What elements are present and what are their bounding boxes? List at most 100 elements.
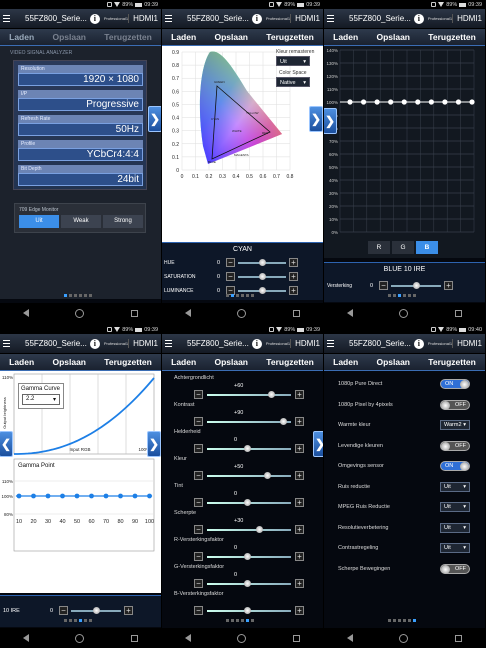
- gamma-select[interactable]: 2.2 ▾: [22, 394, 60, 405]
- minus-icon[interactable]: −: [194, 417, 203, 426]
- next-page-arrow[interactable]: ❯: [324, 108, 337, 134]
- minus-icon[interactable]: −: [194, 579, 203, 588]
- ire-point[interactable]: [415, 99, 421, 105]
- control-slider[interactable]: [238, 286, 286, 294]
- next-page-arrow[interactable]: ❯: [148, 106, 161, 132]
- input-label[interactable]: HDMI1: [128, 14, 158, 23]
- ire-point[interactable]: [442, 99, 448, 105]
- back-icon[interactable]: [23, 634, 30, 642]
- slider-knob[interactable]: [244, 444, 251, 452]
- edge-option-weak[interactable]: Weak: [61, 215, 101, 228]
- home-icon[interactable]: [75, 308, 85, 318]
- slider-track[interactable]: [207, 579, 291, 587]
- minus-icon[interactable]: −: [194, 552, 203, 561]
- ire-point[interactable]: [401, 99, 407, 105]
- menu-icon[interactable]: [165, 15, 172, 22]
- info-icon[interactable]: i: [251, 13, 262, 24]
- ire-point[interactable]: [360, 99, 367, 105]
- plus-icon[interactable]: +: [295, 579, 304, 588]
- load-button[interactable]: Laden: [333, 357, 358, 367]
- minus-icon[interactable]: −: [194, 444, 203, 453]
- menu-icon[interactable]: [327, 340, 334, 347]
- slider-track[interactable]: [207, 498, 291, 506]
- save-button[interactable]: Opslaan: [214, 32, 248, 42]
- load-button[interactable]: Laden: [9, 32, 34, 42]
- slider-knob[interactable]: [259, 258, 266, 266]
- home-icon[interactable]: [399, 633, 409, 643]
- reset-button[interactable]: Terugzetten: [266, 357, 314, 367]
- setting-toggle[interactable]: OFF: [440, 563, 470, 574]
- plus-icon[interactable]: +: [444, 281, 453, 290]
- back-icon[interactable]: [23, 309, 30, 317]
- home-icon[interactable]: [75, 633, 85, 643]
- menu-icon[interactable]: [3, 340, 10, 347]
- ire-point[interactable]: [347, 99, 353, 105]
- edge-option-strong[interactable]: Strong: [103, 215, 143, 228]
- next-page-arrow[interactable]: ❯: [309, 106, 323, 132]
- load-button[interactable]: Laden: [171, 357, 196, 367]
- slider-knob[interactable]: [244, 552, 251, 560]
- info-icon[interactable]: i: [413, 338, 424, 349]
- reset-button[interactable]: Terugzetten: [266, 32, 314, 42]
- back-icon[interactable]: [347, 634, 354, 642]
- edge-option-uit[interactable]: Uit: [19, 215, 59, 228]
- menu-icon[interactable]: [165, 340, 172, 347]
- home-icon[interactable]: [399, 308, 409, 318]
- setting-select[interactable]: Uit ▾: [440, 522, 470, 533]
- slider-track[interactable]: [207, 390, 291, 398]
- minus-icon[interactable]: −: [194, 390, 203, 399]
- gamma-point-dot[interactable]: [147, 493, 152, 499]
- plus-icon[interactable]: +: [295, 444, 304, 453]
- input-label[interactable]: HDMI1: [452, 14, 482, 23]
- save-button[interactable]: Opslaan: [52, 32, 86, 42]
- info-icon[interactable]: i: [89, 338, 100, 349]
- plus-icon[interactable]: +: [295, 552, 304, 561]
- minus-icon[interactable]: −: [226, 272, 235, 281]
- plus-icon[interactable]: +: [295, 417, 304, 426]
- slider-knob[interactable]: [268, 390, 275, 398]
- slider-knob[interactable]: [259, 286, 266, 294]
- gamma-point-dot[interactable]: [118, 493, 123, 499]
- reset-button[interactable]: Terugzetten: [104, 357, 152, 367]
- recents-icon[interactable]: [130, 634, 138, 642]
- plus-icon[interactable]: +: [124, 606, 133, 615]
- recents-icon[interactable]: [454, 309, 462, 317]
- reset-button[interactable]: Terugzetten: [428, 357, 476, 367]
- load-button[interactable]: Laden: [333, 32, 358, 42]
- minus-icon[interactable]: −: [379, 281, 388, 290]
- setting-select[interactable]: Uit ▾: [440, 481, 470, 492]
- plus-icon[interactable]: +: [295, 525, 304, 534]
- recents-icon[interactable]: [292, 309, 300, 317]
- slider-knob[interactable]: [280, 417, 287, 425]
- back-icon[interactable]: [185, 634, 192, 642]
- gamma-point-dot[interactable]: [16, 493, 22, 499]
- minus-icon[interactable]: −: [194, 471, 203, 480]
- minus-icon[interactable]: −: [59, 606, 68, 615]
- minus-icon[interactable]: −: [194, 525, 203, 534]
- info-icon[interactable]: i: [413, 13, 424, 24]
- slider-knob[interactable]: [259, 272, 266, 280]
- home-icon[interactable]: [237, 308, 247, 318]
- minus-icon[interactable]: −: [226, 258, 235, 267]
- input-label[interactable]: HDMI1: [290, 14, 320, 23]
- slider-knob[interactable]: [413, 281, 420, 289]
- save-button[interactable]: Opslaan: [214, 357, 248, 367]
- slider-knob[interactable]: [93, 606, 100, 614]
- minus-icon[interactable]: −: [194, 498, 203, 507]
- slider-knob[interactable]: [264, 471, 271, 479]
- ire-point[interactable]: [388, 99, 394, 105]
- slider-knob[interactable]: [244, 606, 251, 614]
- gain-slider[interactable]: [391, 281, 441, 289]
- plus-icon[interactable]: +: [295, 471, 304, 480]
- remaster-select[interactable]: Uit ▾: [276, 56, 310, 66]
- control-slider[interactable]: [238, 258, 286, 266]
- home-icon[interactable]: [237, 633, 247, 643]
- color-space-select[interactable]: Native ▾: [276, 77, 310, 87]
- slider-knob[interactable]: [256, 525, 263, 533]
- next-page-arrow[interactable]: ❯: [313, 431, 323, 457]
- input-label[interactable]: HDMI1: [290, 339, 320, 348]
- plus-icon[interactable]: +: [295, 606, 304, 615]
- plus-icon[interactable]: +: [295, 498, 304, 507]
- channel-b[interactable]: B: [416, 241, 438, 254]
- input-label[interactable]: HDMI1: [128, 339, 158, 348]
